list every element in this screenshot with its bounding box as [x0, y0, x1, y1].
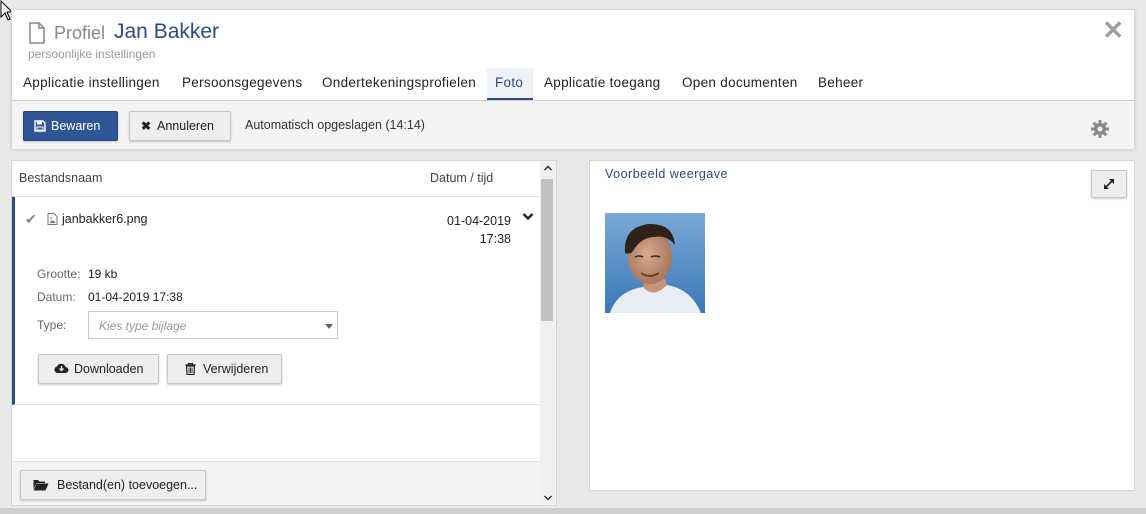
check-icon: ✔: [25, 211, 37, 227]
expand-button[interactable]: [1091, 170, 1127, 198]
file-date: 01-04-2019: [447, 214, 511, 228]
toolbar: Bewaren ✖ Annuleren Automatisch opgeslag…: [12, 101, 1134, 149]
file-list-panel: Bestandsnaam Datum / tijd ✔ janbakker6.p…: [11, 160, 557, 506]
add-files-button-label: Bestand(en) toevoegen...: [57, 478, 198, 492]
floppy-disk-icon: [34, 120, 46, 132]
download-button-label: Downloaden: [74, 362, 144, 376]
expand-icon: [1104, 179, 1114, 189]
chevron-down-icon[interactable]: [522, 212, 534, 222]
download-button[interactable]: Downloaden: [38, 354, 159, 384]
date-label: Datum:: [37, 290, 76, 304]
size-label: Grootte:: [37, 267, 81, 281]
save-button[interactable]: Bewaren: [23, 111, 118, 141]
profile-header-panel: Profiel Jan Bakker persoonlijke instelli…: [11, 9, 1135, 149]
image-file-icon: [47, 213, 58, 225]
preview-title: Voorbeeld weergave: [605, 167, 728, 181]
trash-icon: [185, 363, 196, 375]
gear-icon[interactable]: [1090, 119, 1110, 139]
scrollbar-thumb[interactable]: [541, 179, 553, 321]
folder-open-icon: [33, 480, 49, 491]
save-button-label: Bewaren: [51, 119, 101, 133]
x-icon: ✖: [141, 119, 152, 133]
size-value: 19 kb: [88, 267, 118, 281]
tab-beheer[interactable]: Beheer: [810, 68, 871, 100]
add-files-button[interactable]: Bestand(en) toevoegen...: [20, 470, 206, 500]
column-header-filename[interactable]: Bestandsnaam: [19, 171, 102, 185]
delete-button-label: Verwijderen: [203, 362, 269, 376]
delete-button[interactable]: Verwijderen: [167, 354, 282, 384]
type-label: Type:: [37, 318, 67, 332]
bottom-edge: [0, 508, 1146, 514]
scroll-up-icon[interactable]: [543, 164, 553, 172]
tab-persoonsgegevens[interactable]: Persoonsgegevens: [174, 68, 310, 100]
page-title: Jan Bakker: [114, 20, 220, 43]
date-value: 01-04-2019 17:38: [88, 290, 183, 304]
column-header-datetime[interactable]: Datum / tijd: [430, 171, 493, 185]
tab-foto[interactable]: Foto: [487, 68, 533, 100]
scroll-down-icon[interactable]: [543, 494, 553, 502]
type-select[interactable]: Kies type bijlage: [88, 311, 338, 339]
type-select-placeholder: Kies type bijlage: [99, 319, 187, 333]
autosave-status: Automatisch opgeslagen (14:14): [245, 118, 425, 132]
page-subtitle: persoonlijke instellingen: [28, 47, 156, 61]
page-title-prefix: Profiel: [54, 23, 106, 43]
close-icon[interactable]: ✕: [1102, 17, 1124, 43]
cancel-button[interactable]: ✖ Annuleren: [129, 111, 231, 141]
file-time: 17:38: [479, 232, 511, 246]
tab-applicatie-toegang[interactable]: Applicatie toegang: [536, 68, 669, 100]
profile-photo: [605, 213, 705, 313]
file-datetime: 01-04-2019 17:38: [447, 212, 511, 248]
tab-bar: Applicatie instellingen Persoonsgegevens…: [12, 68, 1134, 101]
file-row[interactable]: ✔ janbakker6.png 01-04-2019 17:38 Groott…: [12, 197, 541, 405]
tab-open-documenten[interactable]: Open documenten: [674, 68, 806, 100]
cloud-download-icon: [54, 363, 69, 374]
file-list-footer: Bestand(en) toevoegen...: [12, 462, 541, 505]
document-icon: [29, 22, 45, 44]
preview-panel: Voorbeeld weergave: [589, 160, 1135, 491]
scrollbar[interactable]: [540, 161, 556, 505]
tab-applicatie-instellingen[interactable]: Applicatie instellingen: [15, 68, 168, 100]
caret-down-icon: [325, 324, 333, 329]
file-name[interactable]: janbakker6.png: [62, 212, 147, 226]
tab-ondertekeningsprofielen[interactable]: Ondertekeningsprofielen: [314, 68, 484, 100]
cancel-button-label: Annuleren: [157, 119, 214, 133]
